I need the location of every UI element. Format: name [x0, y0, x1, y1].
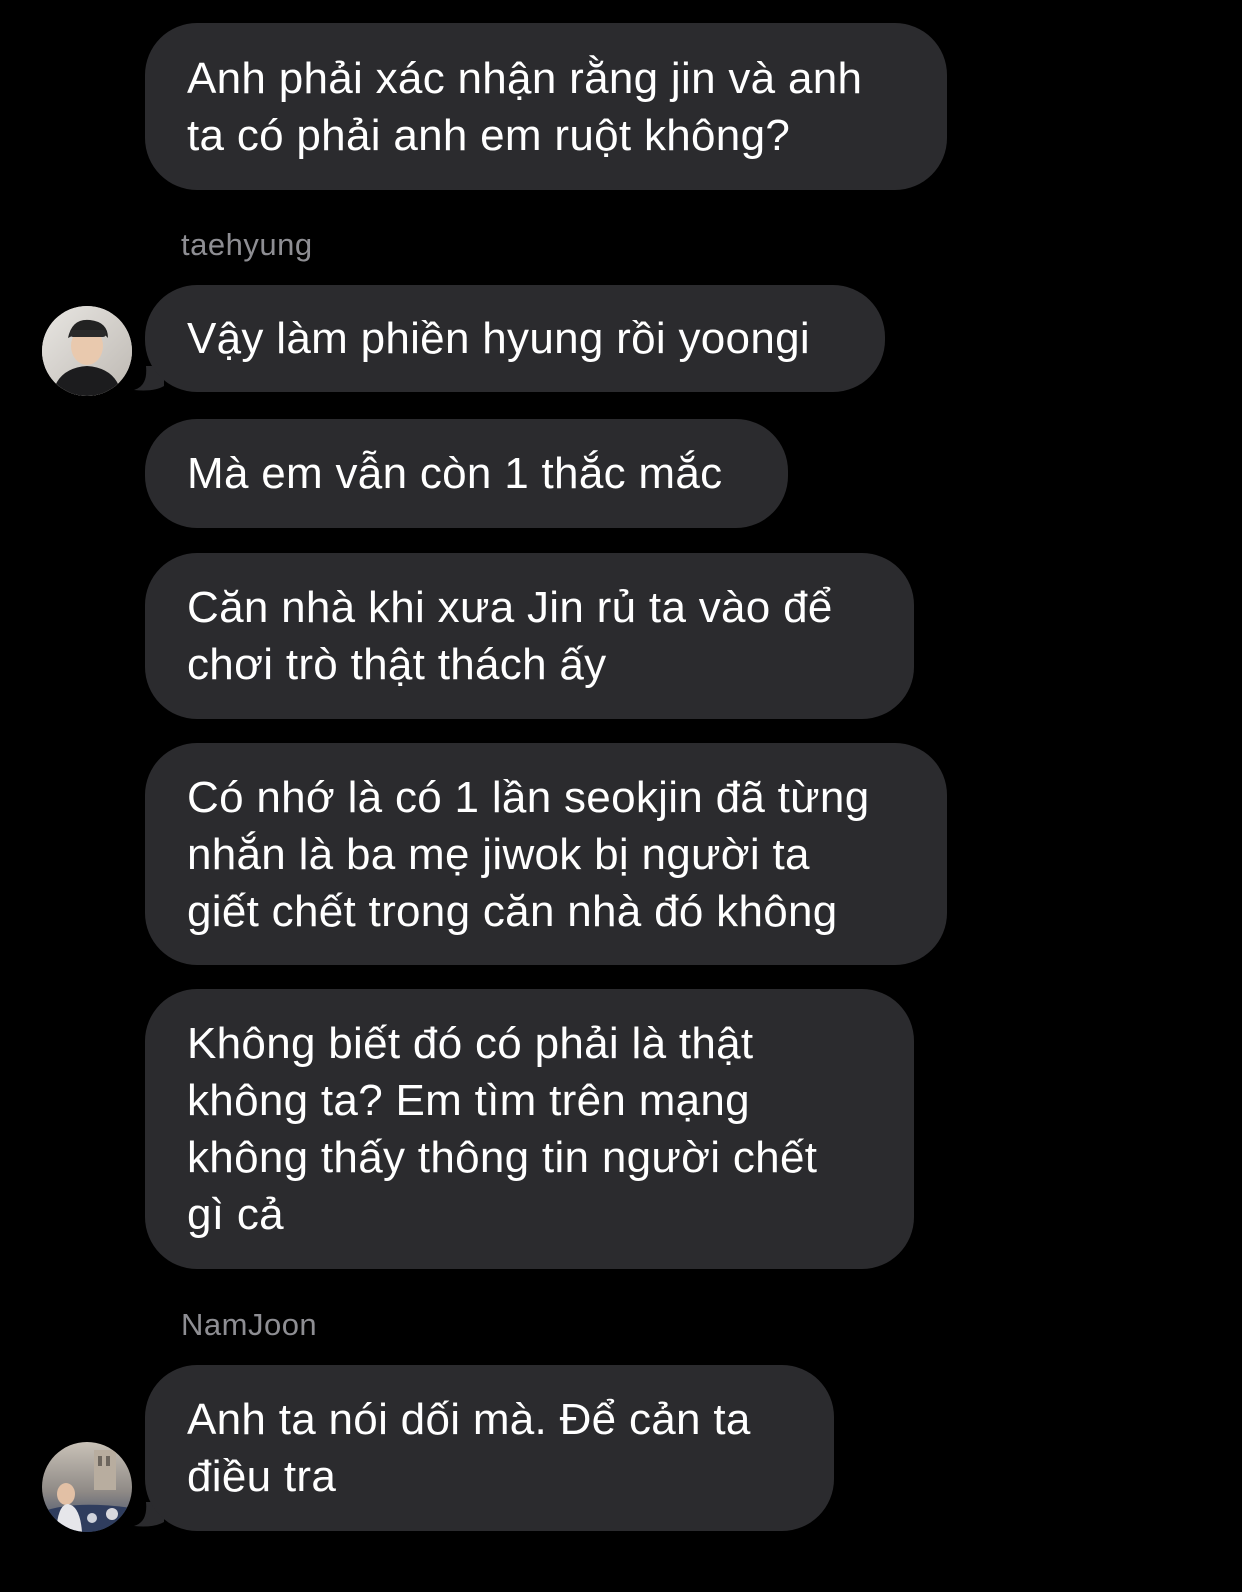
- message-bubble[interactable]: Căn nhà khi xưa Jin rủ ta vào để chơi tr…: [145, 553, 914, 719]
- sender-name: taehyung: [181, 227, 313, 262]
- message-text: Anh ta nói dối mà. Để cản ta điều tra: [187, 1395, 751, 1501]
- message-bubble[interactable]: Anh phải xác nhận rằng jin và anh ta có …: [145, 23, 947, 190]
- message-bubble[interactable]: Mà em vẫn còn 1 thắc mắc: [145, 419, 788, 528]
- message-text: Căn nhà khi xưa Jin rủ ta vào để chơi tr…: [187, 583, 833, 689]
- message-bubble[interactable]: Vậy làm phiền hyung rồi yoongi: [145, 285, 885, 392]
- message-text: Mà em vẫn còn 1 thắc mắc: [187, 449, 723, 498]
- sender-name: NamJoon: [181, 1307, 318, 1342]
- message-text: Anh phải xác nhận rằng jin và anh ta có …: [187, 53, 863, 160]
- message-bubble[interactable]: Không biết đó có phải là thật không ta? …: [145, 989, 914, 1269]
- avatar[interactable]: [42, 306, 132, 396]
- user-avatar-icon: [42, 306, 132, 396]
- user-avatar-icon: [42, 1442, 132, 1532]
- message-bubble[interactable]: Anh ta nói dối mà. Để cản ta điều tra: [145, 1365, 834, 1531]
- message-text: Vậy làm phiền hyung rồi yoongi: [187, 314, 810, 363]
- message-text: Có nhớ là có 1 lần seokjin đã từng nhắn …: [187, 772, 870, 936]
- message-text: Không biết đó có phải là thật không ta? …: [187, 1019, 818, 1239]
- avatar[interactable]: [42, 1442, 132, 1532]
- message-bubble[interactable]: Có nhớ là có 1 lần seokjin đã từng nhắn …: [145, 743, 947, 965]
